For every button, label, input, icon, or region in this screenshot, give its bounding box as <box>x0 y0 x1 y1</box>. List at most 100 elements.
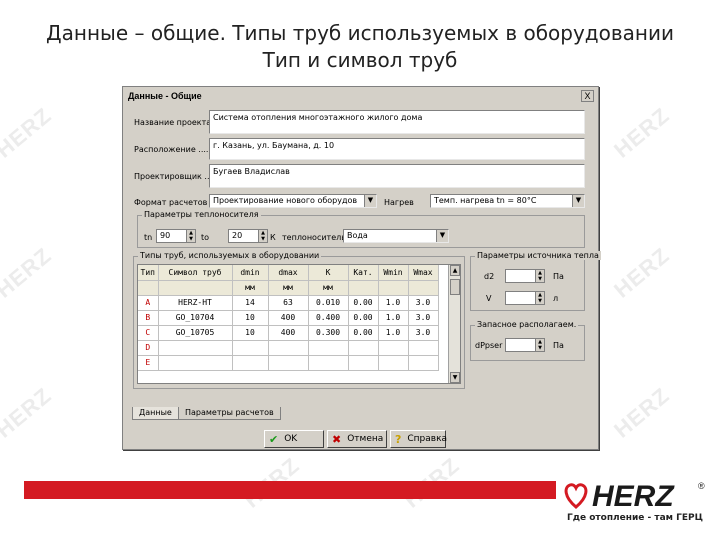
d2-stepper[interactable]: ▲ ▼ <box>505 269 545 283</box>
unit-cell: мм <box>268 280 309 296</box>
source-params-title: Параметры источника тепла <box>475 251 601 260</box>
v-label: V <box>486 294 492 303</box>
column-header: dmax <box>268 265 309 281</box>
chevron-down-icon[interactable]: ▼ <box>572 195 584 207</box>
to-label: to <box>201 233 210 242</box>
table-cell[interactable] <box>348 355 379 371</box>
table-cell[interactable] <box>378 355 409 371</box>
scroll-up-icon[interactable]: ▲ <box>450 265 460 276</box>
table-cell[interactable]: 0.400 <box>308 310 349 326</box>
reserve-stepper[interactable]: ▲ ▼ <box>505 338 545 352</box>
k-unit-label: К <box>270 233 276 242</box>
svg-text:®: ® <box>698 481 705 491</box>
close-icon[interactable]: X <box>581 90 594 102</box>
table-cell[interactable] <box>408 340 439 356</box>
heater-select[interactable]: Темп. нагрева tn = 80°C ▼ <box>430 194 585 208</box>
calc-format-select[interactable]: Проектирование нового оборудов ▼ <box>209 194 377 208</box>
dialog-title: Данные - Общие <box>128 91 202 101</box>
scroll-thumb[interactable] <box>450 279 460 295</box>
reserve-label: dPpser <box>475 341 503 350</box>
table-cell[interactable]: D <box>138 340 159 356</box>
table-row[interactable]: B GO_10704 10 400 0.400 0.00 1.0 3.0 <box>138 310 439 326</box>
v-stepper[interactable]: ▲ ▼ <box>505 291 545 305</box>
table-cell[interactable] <box>268 355 309 371</box>
table-cell[interactable] <box>308 340 349 356</box>
table-cell[interactable]: 3.0 <box>408 295 439 311</box>
table-cell[interactable] <box>268 340 309 356</box>
designer-input[interactable]: Бугаев Владислав <box>209 164 585 188</box>
pipe-types-title: Типы труб, используемых в оборудовании <box>138 251 322 260</box>
tab-data[interactable]: Данные <box>132 407 179 420</box>
table-row[interactable]: D <box>138 340 439 356</box>
table-cell[interactable]: 1.0 <box>378 295 409 311</box>
table-cell[interactable]: 0.010 <box>308 295 349 311</box>
table-cell[interactable]: 0.300 <box>308 325 349 341</box>
heater-label: Нагрев <box>384 198 414 207</box>
spin-arrows-icon[interactable]: ▲ ▼ <box>535 339 544 351</box>
column-header: Кат. <box>348 265 379 281</box>
scroll-down-icon[interactable]: ▼ <box>450 372 460 383</box>
table-cell[interactable] <box>232 355 269 371</box>
table-cell[interactable]: 3.0 <box>408 325 439 341</box>
column-header: K <box>308 265 349 281</box>
table-cell[interactable] <box>408 355 439 371</box>
project-name-input[interactable]: Система отопления многоэтажного жилого д… <box>209 110 585 134</box>
slogan: Где отопление - там ГЕРЦ <box>567 513 703 523</box>
fluid-select[interactable]: Вода ▼ <box>343 229 449 243</box>
table-cell[interactable]: HERZ-HT <box>158 295 233 311</box>
table-cell[interactable]: 10 <box>232 310 269 326</box>
location-input[interactable]: г. Казань, ул. Баумана, д. 10 <box>209 138 585 160</box>
chevron-down-icon[interactable]: ▼ <box>364 195 376 207</box>
table-cell[interactable]: 0.00 <box>348 295 379 311</box>
table-cell[interactable] <box>308 355 349 371</box>
table-row[interactable]: E <box>138 355 439 371</box>
table-cell[interactable]: 1.0 <box>378 325 409 341</box>
spin-arrows-icon[interactable]: ▲ ▼ <box>535 292 544 304</box>
spin-arrows-icon[interactable]: ▲ ▼ <box>258 230 267 242</box>
tab-calc-params[interactable]: Параметры расчетов <box>178 407 281 420</box>
table-row[interactable]: C GO_10705 10 400 0.300 0.00 1.0 3.0 <box>138 325 439 341</box>
table-cell[interactable]: 400 <box>268 325 309 341</box>
column-header: Тип <box>138 265 159 281</box>
table-cell[interactable] <box>158 340 233 356</box>
check-icon: ✔ <box>269 432 279 446</box>
table-cell[interactable]: E <box>138 355 159 371</box>
table-scrollbar[interactable]: ▲ ▼ <box>448 265 460 383</box>
table-units-row: мм мм мм <box>138 280 439 296</box>
reserve-unit: Па <box>553 341 564 350</box>
table-cell[interactable]: 63 <box>268 295 309 311</box>
table-cell[interactable]: 0.00 <box>348 325 379 341</box>
table-cell[interactable]: 0.00 <box>348 310 379 326</box>
table-cell[interactable] <box>378 340 409 356</box>
unit-cell <box>348 280 379 296</box>
table-cell[interactable] <box>348 340 379 356</box>
designer-label: Проектировщик ... <box>134 172 213 181</box>
heater-value: Темп. нагрева tn = 80°C <box>434 196 537 205</box>
help-button[interactable]: ? Справка <box>390 430 447 448</box>
table-cell[interactable]: 1.0 <box>378 310 409 326</box>
table-cell[interactable]: 10 <box>232 325 269 341</box>
ok-button[interactable]: ✔ OK <box>264 430 324 448</box>
chevron-down-icon[interactable]: ▼ <box>436 230 448 242</box>
reserve-title: Запасное располагаем. <box>475 320 579 329</box>
unit-cell <box>378 280 409 296</box>
table-cell[interactable]: C <box>138 325 159 341</box>
table-cell[interactable]: GO_10704 <box>158 310 233 326</box>
table-cell[interactable] <box>232 340 269 356</box>
table-cell[interactable]: A <box>138 295 159 311</box>
table-cell[interactable] <box>158 355 233 371</box>
cancel-button[interactable]: ✖ Отмена <box>327 430 387 448</box>
to-stepper[interactable]: 20 ▲ ▼ <box>228 229 268 243</box>
spin-arrows-icon[interactable]: ▲ ▼ <box>186 230 195 242</box>
spin-arrows-icon[interactable]: ▲ ▼ <box>535 270 544 282</box>
table-cell[interactable]: B <box>138 310 159 326</box>
watermark-text: HERZ <box>0 102 57 163</box>
table-cell[interactable]: 400 <box>268 310 309 326</box>
column-header: Wmax <box>408 265 439 281</box>
table-cell[interactable]: GO_10705 <box>158 325 233 341</box>
tn-stepper[interactable]: 90 ▲ ▼ <box>156 229 196 243</box>
table-row[interactable]: A HERZ-HT 14 63 0.010 0.00 1.0 3.0 <box>138 295 439 311</box>
slide-title: Данные – общие. Типы труб используемых в… <box>0 20 720 74</box>
table-cell[interactable]: 3.0 <box>408 310 439 326</box>
table-cell[interactable]: 14 <box>232 295 269 311</box>
